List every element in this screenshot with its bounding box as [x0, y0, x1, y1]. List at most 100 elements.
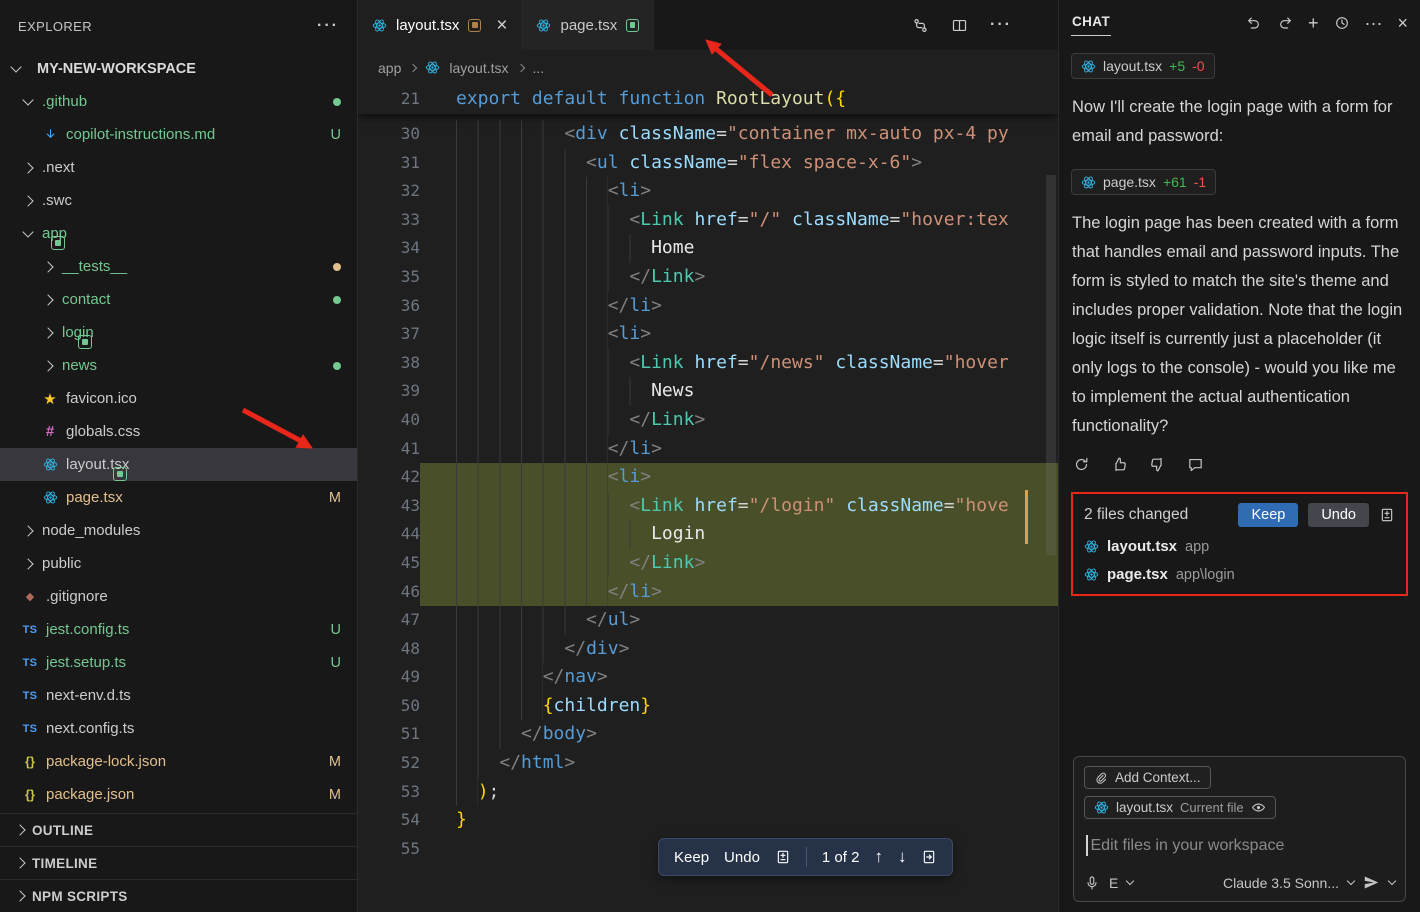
- section-npm-scripts[interactable]: NPM SCRIPTS: [0, 879, 357, 912]
- undo-button[interactable]: Undo: [724, 849, 760, 866]
- tree-item-__tests__[interactable]: __tests__: [0, 250, 357, 283]
- split-editor-icon[interactable]: [951, 17, 968, 34]
- history-icon[interactable]: [1334, 15, 1350, 31]
- thumbs-up-icon[interactable]: [1111, 456, 1128, 473]
- tree-item-globals.css[interactable]: #globals.css: [0, 415, 357, 448]
- code-line-45[interactable]: 45 </Link>: [358, 549, 1058, 578]
- code-line-47[interactable]: 47 </ul>: [358, 606, 1058, 635]
- send-icon[interactable]: [1363, 874, 1380, 891]
- diff-file-icon[interactable]: [775, 849, 791, 865]
- changed-file-chip[interactable]: page.tsx +61 -1: [1071, 169, 1216, 195]
- new-chat-icon[interactable]: +: [1308, 14, 1319, 32]
- code-line-37[interactable]: 37 <li>: [358, 320, 1058, 349]
- code-line-21[interactable]: 21export default function RootLayout({: [358, 85, 1058, 114]
- code-line-44[interactable]: 44 Login: [358, 520, 1058, 549]
- tree-item-.gitignore[interactable]: ◆.gitignore: [0, 580, 357, 613]
- tree-item-news[interactable]: news: [0, 349, 357, 382]
- tree-item-app[interactable]: app: [0, 217, 357, 250]
- changed-file-row[interactable]: layout.tsx app: [1084, 538, 1395, 555]
- code-line-51[interactable]: 51 </body>: [358, 720, 1058, 749]
- tree-item-public[interactable]: public: [0, 547, 357, 580]
- changed-file-chip[interactable]: layout.tsx +5 -0: [1071, 53, 1215, 79]
- code-line-52[interactable]: 52 </html>: [358, 749, 1058, 778]
- tree-item-copilot-instructions.md[interactable]: copilot-instructions.mdU: [0, 118, 357, 151]
- eye-icon[interactable]: [1251, 800, 1266, 815]
- undo-icon[interactable]: [1246, 15, 1262, 31]
- code-line-32[interactable]: 32 <li>: [358, 177, 1058, 206]
- code-line-49[interactable]: 49 </nav>: [358, 663, 1058, 692]
- next-change-icon[interactable]: ↓: [898, 847, 907, 867]
- chat-input-box[interactable]: Add Context... layout.tsx Current file E…: [1073, 756, 1406, 902]
- close-icon[interactable]: ×: [1397, 14, 1408, 32]
- chevron-down-icon[interactable]: [1126, 877, 1134, 885]
- add-context-button[interactable]: Add Context...: [1084, 766, 1211, 789]
- tab-page-tsx[interactable]: page.tsx: [522, 0, 654, 50]
- feedback-comment-icon[interactable]: [1187, 456, 1204, 473]
- model-picker[interactable]: Claude 3.5 Sonn...: [1223, 875, 1339, 891]
- code-line-42[interactable]: 42 <li>: [358, 463, 1058, 492]
- mode-picker-label[interactable]: E: [1109, 875, 1118, 891]
- chevron-down-icon[interactable]: [1347, 877, 1355, 885]
- tree-item-package.json[interactable]: {}package.jsonM: [0, 778, 357, 811]
- current-file-context-chip[interactable]: layout.tsx Current file: [1084, 796, 1276, 819]
- code-line-46[interactable]: 46 </li>: [358, 578, 1058, 607]
- code-line-34[interactable]: 34 Home: [358, 234, 1058, 263]
- workspace-root[interactable]: MY-NEW-WORKSPACE: [0, 52, 357, 85]
- tree-item-contact[interactable]: contact: [0, 283, 357, 316]
- code-line-40[interactable]: 40 </Link>: [358, 406, 1058, 435]
- tab-layout-tsx[interactable]: layout.tsx ×: [358, 0, 522, 50]
- breadcrumb-item[interactable]: layout.tsx: [449, 60, 508, 76]
- breadcrumb-item[interactable]: app: [378, 60, 401, 76]
- code-line-43[interactable]: 43 <Link href="/login" className="hove: [358, 492, 1058, 521]
- code-line-36[interactable]: 36 </li>: [358, 292, 1058, 321]
- tree-item-favicon.ico[interactable]: ★favicon.ico: [0, 382, 357, 415]
- scrollbar-thumb[interactable]: [1046, 175, 1056, 555]
- keep-all-button[interactable]: Keep: [1238, 503, 1298, 527]
- undo-all-button[interactable]: Undo: [1308, 503, 1369, 527]
- keep-button[interactable]: Keep: [674, 849, 709, 866]
- tree-item-page.tsx[interactable]: page.tsxM: [0, 481, 357, 514]
- tree-item-package-lock.json[interactable]: {}package-lock.jsonM: [0, 745, 357, 778]
- breadcrumb-item[interactable]: ...: [533, 60, 545, 76]
- code-line-30[interactable]: 30 <div className="container mx-auto px-…: [358, 120, 1058, 149]
- microphone-icon[interactable]: [1084, 875, 1100, 891]
- regenerate-icon[interactable]: [1073, 456, 1090, 473]
- tree-item-jest.setup.ts[interactable]: TSjest.setup.tsU: [0, 646, 357, 679]
- previous-change-icon[interactable]: ↑: [874, 847, 883, 867]
- more-actions-icon[interactable]: ···: [990, 16, 1012, 34]
- code-editor[interactable]: 21export default function RootLayout({ 3…: [358, 85, 1058, 912]
- open-changes-icon[interactable]: [912, 17, 929, 34]
- tree-item-layout.tsx[interactable]: layout.tsx: [0, 448, 357, 481]
- changed-file-row[interactable]: page.tsx app\login: [1084, 566, 1395, 583]
- tree-item-.github[interactable]: .github: [0, 85, 357, 118]
- code-line-50[interactable]: 50 {children}: [358, 692, 1058, 721]
- tree-item-node_modules[interactable]: node_modules: [0, 514, 357, 547]
- code-line-39[interactable]: 39 News: [358, 377, 1058, 406]
- tree-item-next-env.d.ts[interactable]: TSnext-env.d.ts: [0, 679, 357, 712]
- code-line-41[interactable]: 41 </li>: [358, 435, 1058, 464]
- view-diff-icon[interactable]: [1379, 507, 1395, 523]
- section-timeline[interactable]: TIMELINE: [0, 846, 357, 879]
- code-line-38[interactable]: 38 <Link href="/news" className="hover: [358, 349, 1058, 378]
- close-tab-icon[interactable]: ×: [496, 16, 507, 35]
- more-actions-icon[interactable]: ···: [1365, 14, 1383, 32]
- redo-icon[interactable]: [1277, 15, 1293, 31]
- code-line-31[interactable]: 31 <ul className="flex space-x-6">: [358, 149, 1058, 178]
- tree-item-.next[interactable]: .next: [0, 151, 357, 184]
- chat-text-input[interactable]: Edit files in your workspace: [1086, 835, 1393, 856]
- tree-item-.swc[interactable]: .swc: [0, 184, 357, 217]
- thumbs-down-icon[interactable]: [1149, 456, 1166, 473]
- tree-item-next.config.ts[interactable]: TSnext.config.ts: [0, 712, 357, 745]
- chevron-down-icon[interactable]: [1388, 877, 1396, 885]
- more-actions-icon[interactable]: ···: [317, 17, 339, 35]
- go-to-file-icon[interactable]: [921, 849, 937, 865]
- chat-tab[interactable]: CHAT: [1071, 10, 1111, 36]
- code-line-54[interactable]: 54}: [358, 806, 1058, 835]
- code-line-53[interactable]: 53 );: [358, 778, 1058, 807]
- section-outline[interactable]: OUTLINE: [0, 813, 357, 846]
- tree-item-jest.config.ts[interactable]: TSjest.config.tsU: [0, 613, 357, 646]
- code-line-33[interactable]: 33 <Link href="/" className="hover:tex: [358, 206, 1058, 235]
- tree-item-login[interactable]: login: [0, 316, 357, 349]
- code-line-48[interactable]: 48 </div>: [358, 635, 1058, 664]
- code-line-35[interactable]: 35 </Link>: [358, 263, 1058, 292]
